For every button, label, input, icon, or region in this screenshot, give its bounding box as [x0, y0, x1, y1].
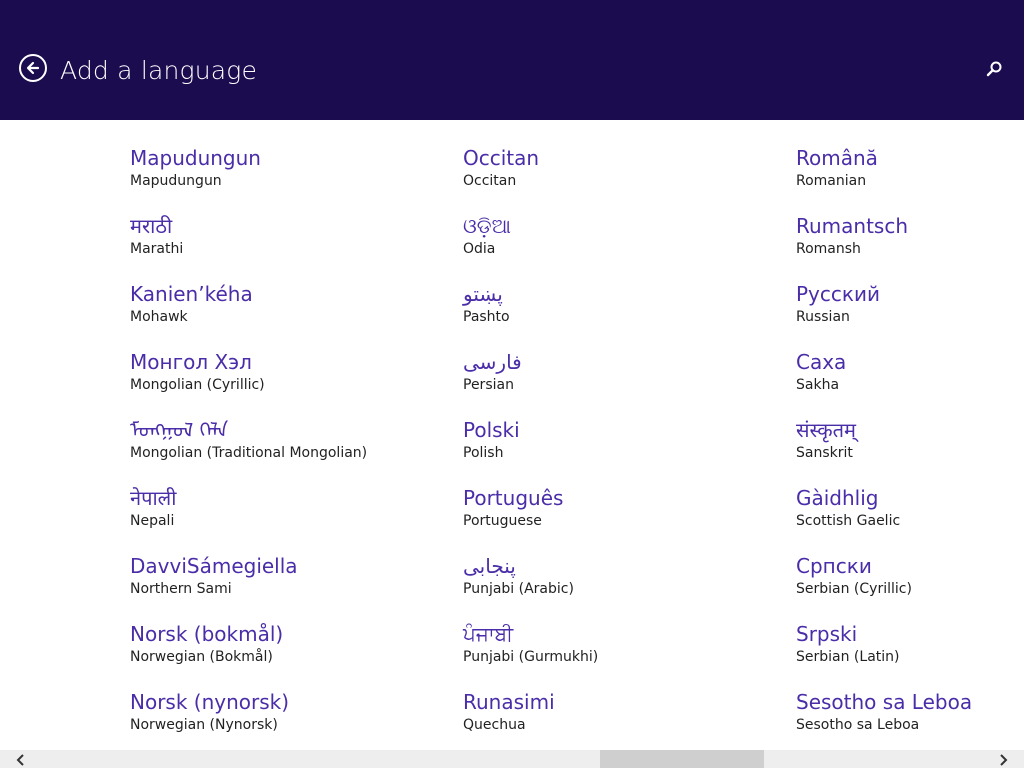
language-native-name: پنجابی	[463, 554, 516, 578]
scrollbar-thumb[interactable]	[600, 750, 764, 768]
language-english-name: Punjabi (Arabic)	[463, 581, 574, 597]
language-english-name: Mohawk	[130, 309, 188, 325]
language-item[interactable]: Português Portuguese	[463, 485, 763, 531]
language-english-name: Polish	[463, 445, 504, 461]
language-item[interactable]: Gàidhlig Scottish Gaelic	[796, 485, 1024, 531]
language-native-name: Саха	[796, 350, 847, 374]
language-english-name: Persian	[463, 377, 514, 393]
language-english-name: Northern Sami	[130, 581, 232, 597]
language-english-name: Norwegian (Nynorsk)	[130, 717, 278, 733]
language-item[interactable]: پنجابی Punjabi (Arabic)	[463, 553, 763, 599]
language-item[interactable]: संस्कृतम् Sanskrit	[796, 417, 1024, 463]
language-english-name: Sanskrit	[796, 445, 853, 461]
language-english-name: Mongolian (Traditional Mongolian)	[130, 445, 368, 461]
language-english-name: Occitan	[463, 173, 517, 189]
language-english-name: Romanian	[796, 173, 867, 189]
language-item[interactable]: ਪੰਜਾਬੀ Punjabi (Gurmukhi)	[463, 621, 763, 667]
language-item[interactable]: Norsk (bokmål) Norwegian (Bokmål)	[130, 621, 430, 667]
language-native-name: ᠮᠣᠩᠭᠣᠯ ᠬᠡᠯᠡ	[130, 418, 229, 442]
language-item[interactable]: DavviSámegiella Northern Sami	[130, 553, 430, 599]
language-english-name: Serbian (Cyrillic)	[796, 581, 912, 597]
language-item[interactable]: Саха Sakha	[796, 349, 1024, 395]
language-english-name: Serbian (Latin)	[796, 649, 900, 665]
chevron-left-icon[interactable]	[14, 752, 28, 766]
language-item[interactable]: Српски Serbian (Cyrillic)	[796, 553, 1024, 599]
language-native-name: Српски	[796, 554, 872, 578]
horizontal-scrollbar[interactable]	[0, 750, 1024, 768]
language-native-name: Português	[463, 486, 564, 510]
language-native-name: Mapudungun	[130, 146, 261, 170]
language-english-name: Russian	[796, 309, 850, 325]
language-native-name: Kanien’kéha	[130, 282, 253, 306]
language-english-name: Odia	[463, 241, 496, 257]
language-item[interactable]: Русский Russian	[796, 281, 1024, 327]
language-item[interactable]: Монгол Хэл Mongolian (Cyrillic)	[130, 349, 430, 395]
language-native-name: Gàidhlig	[796, 486, 879, 510]
language-native-name: Norsk (bokmål)	[130, 622, 284, 646]
language-item[interactable]: Occitan Occitan	[463, 145, 763, 191]
language-native-name: Sesotho sa Leboa	[796, 690, 973, 714]
language-native-name: नेपाली	[130, 486, 177, 510]
language-native-name: संस्कृतम्	[796, 418, 857, 442]
language-native-name: Монгол Хэл	[130, 350, 252, 374]
language-english-name: Portuguese	[463, 513, 542, 529]
language-english-name: Scottish Gaelic	[796, 513, 901, 529]
language-english-name: Mapudungun	[130, 173, 222, 189]
language-native-name: Norsk (nynorsk)	[130, 690, 290, 714]
language-item[interactable]: Sesotho sa Leboa Sesotho sa Leboa	[796, 689, 1024, 735]
language-english-name: Mongolian (Cyrillic)	[130, 377, 265, 393]
language-native-name: ਪੰਜਾਬੀ	[463, 622, 514, 646]
language-native-name: پښتو	[463, 282, 503, 306]
language-native-name: Occitan	[463, 146, 540, 170]
language-english-name: Quechua	[463, 717, 526, 733]
language-english-name: Nepali	[130, 513, 175, 529]
language-item[interactable]: Rumantsch Romansh	[796, 213, 1024, 259]
language-native-name: ଓଡ଼ିଆ	[463, 214, 511, 238]
language-native-name: Русский	[796, 282, 880, 306]
language-english-name: Sesotho sa Leboa	[796, 717, 920, 733]
language-native-name: DavviSámegiella	[130, 554, 298, 578]
language-item[interactable]: Runasimi Quechua	[463, 689, 763, 735]
page-title: Add a language	[60, 56, 258, 85]
language-english-name: Romansh	[796, 241, 861, 257]
language-native-name: मराठी	[130, 214, 173, 238]
language-item[interactable]: ᠮᠣᠩᠭᠣᠯ ᠬᠡᠯᠡ Mongolian (Traditional Mongol…	[130, 417, 430, 463]
language-item[interactable]: मराठी Marathi	[130, 213, 430, 259]
language-item[interactable]: Mapudungun Mapudungun	[130, 145, 430, 191]
language-native-name: Polski	[463, 418, 520, 442]
language-item[interactable]: فارسی Persian	[463, 349, 763, 395]
language-item[interactable]: پښتو Pashto	[463, 281, 763, 327]
language-english-name: Punjabi (Gurmukhi)	[463, 649, 599, 665]
language-native-name: Srpski	[796, 622, 858, 646]
language-english-name: Sakha	[796, 377, 840, 393]
language-native-name: Rumantsch	[796, 214, 909, 238]
language-item[interactable]: Polski Polish	[463, 417, 763, 463]
language-native-name: فارسی	[463, 350, 522, 374]
search-icon[interactable]	[984, 59, 1004, 79]
language-item[interactable]: Norsk (nynorsk) Norwegian (Nynorsk)	[130, 689, 430, 735]
language-item[interactable]: Română Romanian	[796, 145, 1024, 191]
header-bar: Add a language	[0, 0, 1024, 120]
language-item[interactable]: ଓଡ଼ିଆ Odia	[463, 213, 763, 259]
language-item[interactable]: नेपाली Nepali	[130, 485, 430, 531]
language-item[interactable]: Srpski Serbian (Latin)	[796, 621, 1024, 667]
language-english-name: Pashto	[463, 309, 510, 325]
language-english-name: Marathi	[130, 241, 184, 257]
language-english-name: Norwegian (Bokmål)	[130, 649, 273, 665]
back-arrow-icon[interactable]	[19, 54, 47, 82]
language-native-name: Runasimi	[463, 690, 555, 714]
language-item[interactable]: Kanien’kéha Mohawk	[130, 281, 430, 327]
language-native-name: Română	[796, 146, 878, 170]
chevron-right-icon[interactable]	[996, 752, 1010, 766]
